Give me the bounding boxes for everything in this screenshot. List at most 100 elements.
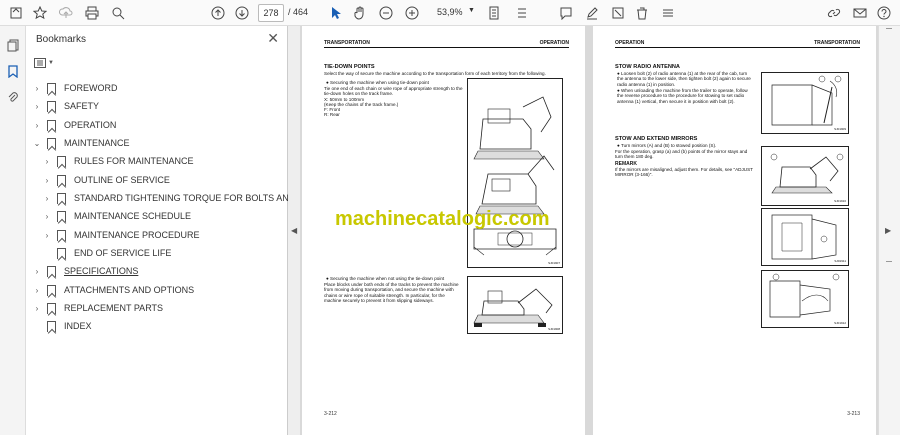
bookmark-item-maintenance-procedure[interactable]: › MAINTENANCE PROCEDURE: [42, 226, 200, 244]
excavator-side-illustration: [473, 288, 553, 327]
page-separator: /: [288, 7, 291, 17]
star-bookmark-icon[interactable]: [30, 3, 50, 23]
bookmark-label: RULES FOR MAINTENANCE: [74, 156, 194, 166]
bookmarks-panel: Bookmarks ✕ ▼ › FOREWORD › SAFETY › OPERATI…: [26, 26, 322, 435]
pen-icon[interactable]: [582, 3, 602, 23]
mirror-stay-illustration: [769, 273, 840, 318]
bookmark-item-end-of-service-life[interactable]: END OF SERVICE LIFE: [42, 244, 171, 262]
bookmark-ribbon-icon: [47, 320, 56, 332]
print-icon[interactable]: [82, 3, 102, 23]
comment-icon[interactable]: [556, 3, 576, 23]
bookmark-options-button[interactable]: ▼: [34, 55, 60, 71]
bullet-text: ● Securing the machine when using tie-do…: [326, 80, 429, 85]
delete-icon[interactable]: [632, 3, 652, 23]
chevron-right-icon[interactable]: ›: [32, 267, 42, 276]
zoom-in-icon[interactable]: [402, 3, 422, 23]
bookmark-item-tightening-torque[interactable]: › STANDARD TIGHTENING TORQUE FOR BOLTS AN…: [42, 189, 322, 207]
bullet-text: ● Turn mirrors (A) and (B) to stowed pos…: [617, 143, 717, 148]
bookmark-label: OPERATION: [64, 120, 117, 130]
bookmark-item-maintenance-schedule[interactable]: › MAINTENANCE SCHEDULE: [42, 207, 191, 225]
antenna-figure: SJ01909: [761, 72, 849, 134]
current-page-input[interactable]: 278: [258, 4, 284, 22]
section-title: TIE-DOWN POINTS: [324, 64, 375, 70]
remark-text: If the mirrors are misaligned, adjust th…: [615, 167, 753, 178]
page-number: 3-212: [324, 411, 337, 417]
expand-panel-icon[interactable]: ▶: [885, 226, 891, 235]
bookmark-ribbon-icon: [57, 155, 66, 167]
help-icon[interactable]: [874, 3, 894, 23]
bookmark-ribbon-icon: [57, 210, 66, 222]
chevron-right-icon[interactable]: ›: [32, 84, 42, 93]
mirror-figure-2: SJ01911: [761, 208, 849, 266]
mirror-detail-illustration: [771, 214, 837, 260]
pages-thumbnail-icon[interactable]: [4, 36, 22, 54]
scroll-tick: [886, 261, 892, 262]
zoom-search-icon[interactable]: [108, 3, 128, 23]
close-icon[interactable]: ✕: [267, 30, 279, 47]
bookmark-item-foreword[interactable]: › FOREWORD: [32, 79, 118, 97]
page-down-icon[interactable]: [232, 3, 252, 23]
bookmark-item-rules-for-maintenance[interactable]: › RULES FOR MAINTENANCE: [42, 152, 194, 170]
collapse-panel-icon[interactable]: ◀: [291, 226, 297, 235]
page-header: OPERATION TRANSPORTATION: [615, 40, 860, 48]
bookmark-label: MAINTENANCE PROCEDURE: [74, 230, 200, 240]
bookmark-item-outline-of-service[interactable]: › OUTLINE OF SERVICE: [42, 171, 170, 189]
figure-code: SJ01908: [548, 326, 560, 331]
select-cursor-icon[interactable]: [326, 3, 346, 23]
header-left: TRANSPORTATION: [324, 40, 370, 46]
scroll-mode-icon[interactable]: [512, 3, 532, 23]
bookmark-ribbon-icon: [47, 265, 56, 277]
stamp-icon[interactable]: [608, 3, 628, 23]
figure-code: SJ01910: [834, 198, 846, 203]
mirror-figure-1: SJ01910: [761, 146, 849, 206]
section-title: STOW AND EXTEND MIRRORS: [615, 136, 698, 142]
intro-text: Select the way of secure the machine acc…: [324, 71, 546, 76]
bookmarks-icon[interactable]: [4, 62, 22, 80]
chevron-right-icon[interactable]: ›: [42, 176, 52, 185]
page-fit-icon[interactable]: [484, 3, 504, 23]
page-up-icon[interactable]: [208, 3, 228, 23]
bookmark-item-operation[interactable]: › OPERATION: [32, 116, 116, 134]
bookmark-ribbon-icon: [57, 174, 66, 186]
chevron-down-icon[interactable]: ⌄: [32, 139, 42, 148]
hand-tool-icon[interactable]: [350, 3, 370, 23]
chevron-right-icon[interactable]: ›: [32, 102, 42, 111]
chevron-right-icon[interactable]: ›: [32, 304, 42, 313]
bookmark-label: MAINTENANCE SCHEDULE: [74, 211, 192, 221]
chevron-right-icon[interactable]: ›: [32, 286, 42, 295]
chevron-right-icon[interactable]: ›: [42, 157, 52, 166]
chevron-right-icon[interactable]: ›: [32, 121, 42, 130]
zoom-level[interactable]: 53,9%: [437, 7, 463, 17]
more-tools-icon[interactable]: [658, 3, 678, 23]
chevron-right-icon[interactable]: ›: [42, 212, 52, 221]
scroll-tick: [886, 28, 892, 29]
bookmark-item-replacement-parts[interactable]: › REPLACEMENT PARTS: [32, 299, 163, 317]
page-header: TRANSPORTATION OPERATION: [324, 40, 569, 48]
bookmark-item-safety[interactable]: › SAFETY: [32, 97, 99, 115]
toolbar: 278 / 464 53,9% ▼: [0, 0, 900, 26]
section-title: STOW RADIO ANTENNA: [615, 64, 680, 70]
bookmark-ribbon-icon: [47, 137, 56, 149]
body-text: Place blocks under both ends of the trac…: [324, 282, 459, 303]
navigation-rail: [0, 26, 26, 435]
watermark-text: machinecatalogic.com: [335, 208, 550, 230]
zoom-out-icon[interactable]: [376, 3, 396, 23]
home-icon[interactable]: [6, 3, 26, 23]
dropdown-caret-icon: ▼: [48, 60, 54, 66]
bookmark-item-specifications[interactable]: › SPECIFICATIONS: [32, 262, 138, 280]
bullet-text: ● Loosen bolt (2) of radio antenna (1) a…: [617, 71, 751, 87]
upload-icon[interactable]: [56, 3, 76, 23]
bookmark-item-index[interactable]: INDEX: [32, 317, 92, 335]
page-right: OPERATION TRANSPORTATION STOW RADIO ANTE…: [593, 26, 876, 435]
attachments-icon[interactable]: [4, 88, 22, 106]
link-icon[interactable]: [824, 3, 844, 23]
bookmark-item-attachments[interactable]: › ATTACHMENTS AND OPTIONS: [32, 281, 194, 299]
bookmark-item-maintenance[interactable]: ⌄ MAINTENANCE: [32, 134, 130, 152]
email-icon[interactable]: [850, 3, 870, 23]
zoom-dropdown-icon[interactable]: ▼: [468, 7, 475, 14]
chevron-right-icon[interactable]: ›: [42, 231, 52, 240]
body-text: For the operation, grasp (a) and (b) poi…: [615, 149, 748, 160]
vertical-scrollbar[interactable]: ▶: [878, 26, 900, 435]
chevron-right-icon[interactable]: ›: [42, 194, 52, 203]
panel-splitter[interactable]: ◀: [288, 26, 300, 435]
